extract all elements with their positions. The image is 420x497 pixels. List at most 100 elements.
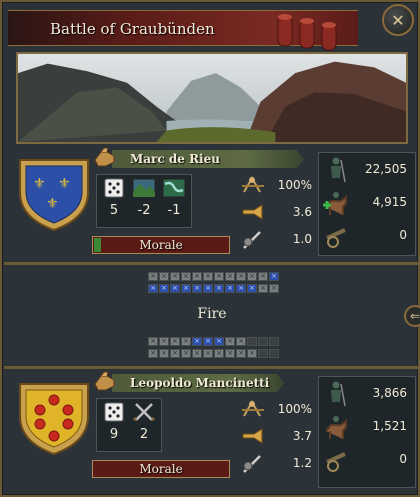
unit-slot[interactable]: ×: [192, 272, 202, 281]
unit-slot[interactable]: ×: [203, 272, 213, 281]
infantry-row[interactable]: 22,505: [319, 154, 415, 186]
unit-slot[interactable]: ×: [225, 349, 235, 358]
unit-slot[interactable]: ×: [170, 349, 180, 358]
army-modifiers: 100% 3.6 1.0: [240, 174, 312, 255]
combat-phase: Fire: [197, 306, 227, 322]
unit-slot[interactable]: [258, 337, 268, 346]
commander-name[interactable]: Leopoldo Mancinetti: [130, 376, 269, 390]
infantry-icon: [331, 157, 346, 183]
unit-slot[interactable]: ×: [159, 337, 169, 346]
cavalry-icon: [323, 192, 347, 215]
terrain-stat[interactable]: -2: [131, 178, 157, 224]
cavalry-count: 1,521: [372, 419, 407, 433]
unit-slot[interactable]: ×: [148, 272, 158, 281]
unit-slot[interactable]: ×: [236, 284, 246, 293]
unit-slot[interactable]: ×: [148, 349, 158, 358]
shock-row[interactable]: 1.0: [240, 228, 312, 255]
unit-slot[interactable]: ×: [269, 284, 279, 293]
unit-slot[interactable]: ×: [159, 272, 169, 281]
unit-slot[interactable]: ×: [214, 272, 224, 281]
unit-slot[interactable]: ×: [225, 272, 235, 281]
unit-slot[interactable]: [247, 337, 257, 346]
unit-slot[interactable]: ×: [203, 349, 213, 358]
morale-label: Morale: [139, 462, 183, 476]
cavalry-row[interactable]: 4,915: [319, 187, 415, 219]
unit-slot[interactable]: ×: [170, 272, 180, 281]
unit-slot[interactable]: ×: [225, 337, 235, 346]
unit-slot[interactable]: ×: [214, 284, 224, 293]
unit-slot[interactable]: ×: [236, 349, 246, 358]
infantry-count: 3,866: [372, 386, 407, 400]
retreat-button[interactable]: ⇐: [404, 305, 420, 327]
unit-slot[interactable]: ×: [192, 284, 202, 293]
artillery-row[interactable]: 0: [319, 444, 415, 476]
unit-slot[interactable]: ×: [181, 349, 191, 358]
river-value: -1: [167, 203, 181, 218]
close-icon: ✕: [391, 10, 405, 30]
battle-window: Battle of Graubünden ✕ Marc de Rieu ⚜ ⚜ …: [0, 0, 420, 497]
defender-back-row: × × × × × × × × × ×: [148, 349, 279, 358]
unit-slot[interactable]: ×: [225, 284, 235, 293]
shock-row[interactable]: 1.2: [240, 452, 312, 479]
close-button[interactable]: ✕: [382, 4, 414, 36]
unit-slot[interactable]: ×: [214, 337, 224, 346]
dice-value: 9: [109, 427, 119, 442]
discipline-value: 100%: [277, 402, 312, 416]
infantry-row[interactable]: 3,866: [319, 378, 415, 410]
shock-value: 1.2: [292, 456, 312, 470]
unit-slot[interactable]: ×: [269, 272, 279, 281]
morale-bar[interactable]: Morale: [92, 460, 230, 478]
dice-stat[interactable]: 5: [101, 178, 127, 224]
unit-slot[interactable]: ×: [170, 284, 180, 293]
river-stat[interactable]: -1: [161, 178, 187, 224]
unit-slot[interactable]: ×: [247, 272, 257, 281]
defender-panel: Leopoldo Mancinetti 9 2 Morale 100% 3.7 …: [4, 371, 420, 488]
commander-name[interactable]: Marc de Rieu: [130, 152, 220, 166]
unit-slot[interactable]: ×: [247, 284, 257, 293]
unit-slot[interactable]: ×: [258, 272, 268, 281]
infantry-count: 22,505: [365, 162, 407, 176]
discipline-row[interactable]: 100%: [240, 398, 312, 425]
unit-slot[interactable]: ×: [192, 349, 202, 358]
morale-label: Morale: [139, 238, 183, 252]
unit-slot[interactable]: [269, 337, 279, 346]
unit-slot[interactable]: ×: [148, 337, 158, 346]
unit-slot[interactable]: ×: [181, 284, 191, 293]
unit-slot[interactable]: ×: [192, 337, 202, 346]
unit-slot[interactable]: ×: [258, 284, 268, 293]
unit-slot[interactable]: ×: [236, 337, 246, 346]
cavalry-row[interactable]: 1,521: [319, 411, 415, 443]
unit-slot[interactable]: ×: [247, 349, 257, 358]
dice-value: 5: [109, 203, 119, 218]
terrain-icon: [132, 178, 156, 198]
unit-slot[interactable]: ×: [148, 284, 158, 293]
unit-slot[interactable]: [258, 349, 268, 358]
unit-slot[interactable]: ×: [170, 337, 180, 346]
artillery-icon: [326, 452, 346, 472]
section-divider: [4, 262, 420, 265]
unit-slot[interactable]: ×: [181, 272, 191, 281]
unit-slot[interactable]: ×: [181, 337, 191, 346]
unit-slot[interactable]: ×: [159, 349, 169, 358]
gauntlet-icon: [94, 371, 115, 391]
discipline-row[interactable]: 100%: [240, 174, 312, 201]
fire-row[interactable]: 3.7: [240, 425, 312, 452]
medici-shield-icon[interactable]: [18, 376, 90, 456]
artillery-row[interactable]: 0: [319, 220, 415, 252]
general-pip-stat[interactable]: 2: [131, 402, 157, 448]
fire-bugle-icon: [242, 204, 263, 220]
discipline-value: 100%: [277, 178, 312, 192]
morale-bar[interactable]: Morale: [92, 236, 230, 254]
dice-stat[interactable]: 9: [101, 402, 127, 448]
unit-slot[interactable]: ×: [159, 284, 169, 293]
unit-slot[interactable]: [269, 349, 279, 358]
unit-slot[interactable]: ×: [214, 349, 224, 358]
fire-value: 3.6: [292, 205, 312, 219]
fire-row[interactable]: 3.6: [240, 201, 312, 228]
unit-slot[interactable]: ×: [203, 337, 213, 346]
attacker-back-row: × × × × × × × × × × × ×: [148, 284, 279, 293]
artillery-count: 0: [399, 452, 407, 466]
france-shield-icon[interactable]: ⚜ ⚜⚜: [18, 152, 90, 232]
unit-slot[interactable]: ×: [203, 284, 213, 293]
unit-slot[interactable]: ×: [236, 272, 246, 281]
